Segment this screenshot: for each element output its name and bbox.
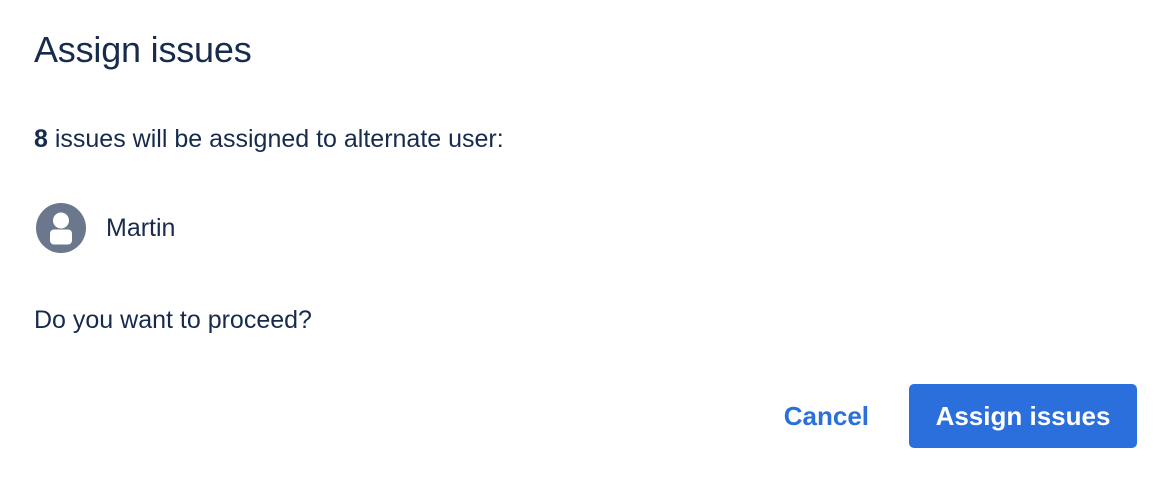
confirmation-question: Do you want to proceed? xyxy=(34,306,312,334)
user-avatar-icon xyxy=(36,203,86,253)
alternate-user: Martin xyxy=(36,202,175,254)
assignment-summary: 8 issues will be assigned to alternate u… xyxy=(34,122,504,156)
dialog-title: Assign issues xyxy=(34,29,252,70)
assign-issues-button[interactable]: Assign issues xyxy=(909,384,1137,448)
issue-count: 8 xyxy=(34,125,48,153)
dialog-actions: Cancel Assign issues xyxy=(760,384,1137,448)
user-name: Martin xyxy=(106,214,176,242)
cancel-button[interactable]: Cancel xyxy=(760,384,893,448)
assign-issues-dialog: Assign issues 8 issues will be assigned … xyxy=(0,0,1174,484)
summary-text: issues will be assigned to alternate use… xyxy=(47,125,504,153)
